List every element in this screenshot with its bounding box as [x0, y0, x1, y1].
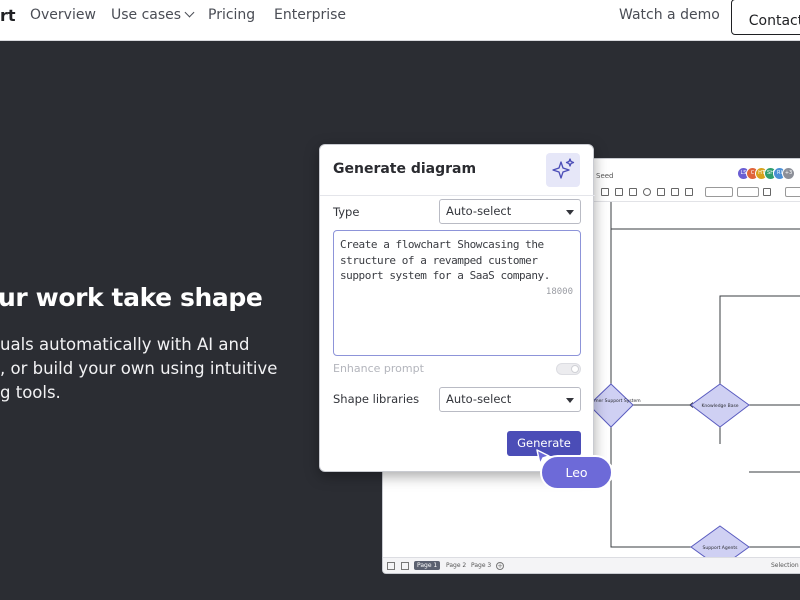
- add-page-icon[interactable]: +: [496, 562, 504, 570]
- node-label: Support Agents: [703, 545, 739, 551]
- enhance-prompt-toggle[interactable]: [556, 363, 581, 375]
- shape-libraries-select[interactable]: Auto-select: [439, 387, 581, 412]
- page-tab[interactable]: Page 2: [443, 561, 469, 570]
- shape-libraries-label: Shape libraries: [333, 392, 420, 406]
- ai-sparkle-button[interactable]: [546, 153, 580, 187]
- top-nav: rt Overview Use cases Pricing Enterprise…: [0, 0, 800, 41]
- node-label: Knowledge Base: [701, 403, 738, 409]
- list-view-icon[interactable]: [387, 562, 395, 570]
- generate-diagram-dialog: Generate diagram Type Auto-select Create…: [319, 144, 595, 472]
- collaborator-cursor-label: Leo: [540, 455, 613, 490]
- hero-heading: ur work take shape: [0, 283, 263, 312]
- caret-down-icon: [566, 210, 574, 215]
- hero-description-line: g tools.: [0, 383, 61, 402]
- type-select-value: Auto-select: [446, 204, 512, 218]
- prompt-textarea[interactable]: Create a flowchart Showcasing the struct…: [333, 230, 581, 356]
- nav-use-cases-link[interactable]: Use cases: [111, 7, 195, 23]
- shape-select-value: Auto-select: [446, 392, 512, 406]
- brand-logo[interactable]: rt: [0, 6, 16, 25]
- grid-view-icon[interactable]: [401, 562, 409, 570]
- page-bar: Page 1 Page 2 Page 3 + Selection: [383, 557, 800, 573]
- nav-use-cases-label: Use cases: [111, 7, 182, 23]
- nav-pricing-link[interactable]: Pricing: [208, 7, 255, 23]
- page-tab[interactable]: Page 1: [414, 561, 441, 570]
- hero-description-line: , or build your own using intuitive: [0, 359, 278, 378]
- flowchart-decision-shape[interactable]: [588, 383, 634, 428]
- nav-enterprise-link[interactable]: Enterprise: [274, 7, 346, 23]
- hero-description-line: uals automatically with AI and: [0, 335, 250, 354]
- page-tab[interactable]: Page 3: [468, 561, 494, 570]
- caret-down-icon: [566, 398, 574, 403]
- dialog-title: Generate diagram: [333, 161, 477, 177]
- enhance-prompt-label: Enhance prompt: [333, 362, 424, 375]
- toggle-knob: [571, 365, 579, 373]
- flowchart-decision-shape[interactable]: [690, 525, 750, 557]
- selection-label: Selection: [771, 562, 799, 569]
- sparkle-icon: [552, 158, 575, 179]
- character-count: 18000: [545, 287, 573, 297]
- nav-overview-link[interactable]: Overview: [30, 7, 96, 23]
- prompt-text: Create a flowchart Showcasing the struct…: [340, 238, 550, 282]
- chevron-down-icon: [184, 7, 195, 18]
- dialog-divider: [320, 195, 595, 196]
- watch-demo-link[interactable]: Watch a demo: [619, 7, 720, 23]
- type-label: Type: [333, 205, 360, 219]
- contact-button[interactable]: Contact: [731, 0, 800, 35]
- type-select[interactable]: Auto-select: [439, 199, 581, 224]
